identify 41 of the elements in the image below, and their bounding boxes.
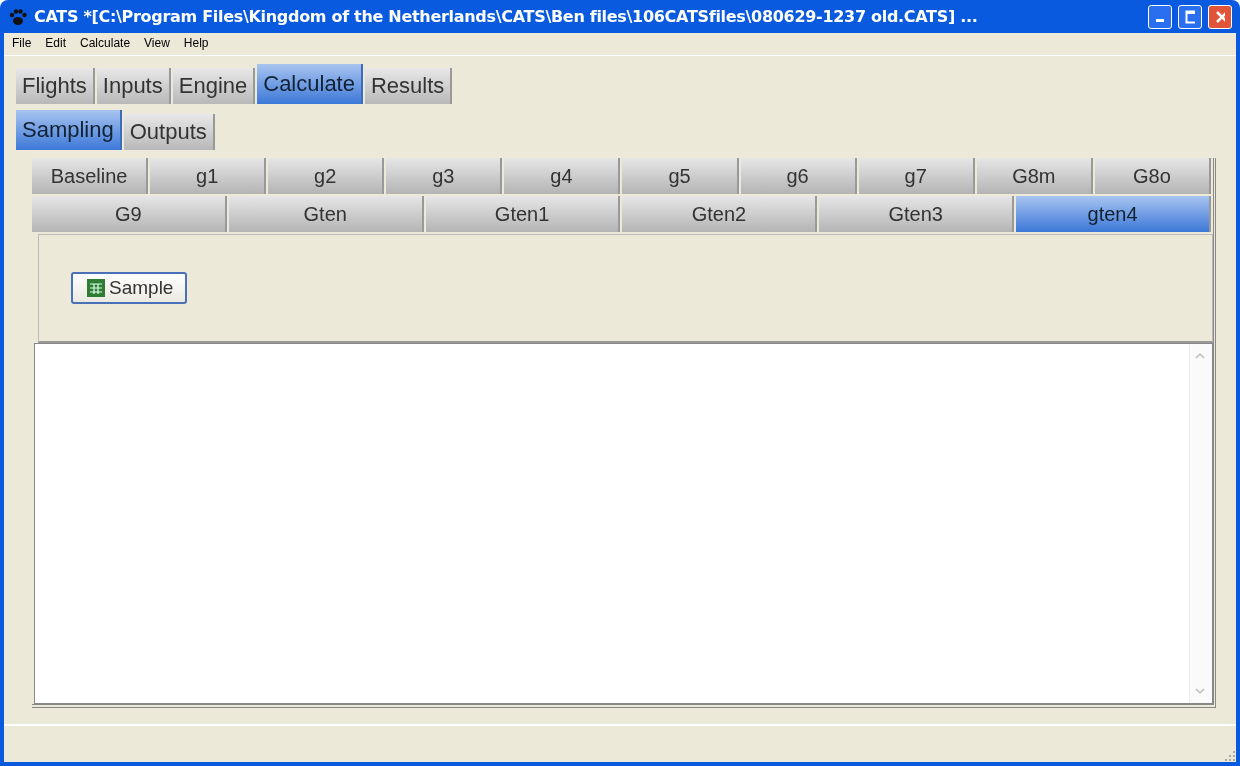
close-button[interactable] [1208,4,1232,29]
tab[interactable]: Gten1 [425,196,621,232]
tab[interactable]: G9 [32,196,227,232]
menu-item[interactable]: Edit [45,36,67,52]
output-text-area[interactable] [34,343,1213,704]
tab[interactable]: Flights [16,68,95,104]
tab[interactable]: Outputs [123,114,215,150]
tab[interactable]: Gten [228,196,424,232]
close-icon [1215,9,1225,24]
sample-button[interactable]: Sample [71,272,188,304]
tab[interactable]: G8o [1094,158,1211,194]
menu-item[interactable]: View [144,36,170,52]
menu-item[interactable]: File [12,36,32,52]
tab[interactable]: Results [364,68,453,104]
resize-grip-icon[interactable] [1224,750,1236,762]
tab[interactable]: gten4 [1016,196,1211,232]
tab[interactable]: Baseline [32,158,149,194]
tab[interactable]: g7 [858,158,975,194]
menu-item[interactable]: Help [183,36,209,52]
tab[interactable]: Gten3 [819,196,1015,232]
paw-icon [8,7,28,26]
maximize-icon [1185,9,1195,24]
window-title: CATS *[C:\Program Files\Kingdom of the Netherlands\CATS\Ben files\106CATSfiles\080629-1237 old.CATS] ... [34,7,979,26]
menu-item[interactable]: Calculate [80,36,131,52]
tab[interactable]: Calculate [257,64,363,104]
minimize-button[interactable] [1148,4,1172,29]
tab[interactable]: Inputs [96,68,171,104]
tab[interactable]: Gten2 [622,196,818,232]
scrollbar[interactable] [1189,344,1212,703]
tab[interactable]: Sampling [16,110,122,150]
tab[interactable]: g2 [268,158,385,194]
tab[interactable]: G8m [976,158,1093,194]
tab[interactable]: g3 [386,158,503,194]
tab[interactable]: g6 [740,158,857,194]
table-icon [87,279,105,297]
maximize-button[interactable] [1178,4,1202,29]
minimize-icon [1156,19,1164,22]
tab[interactable]: Engine [172,68,256,104]
tab[interactable]: g1 [150,158,267,194]
tab[interactable]: g4 [504,158,621,194]
tab[interactable]: g5 [622,158,739,194]
